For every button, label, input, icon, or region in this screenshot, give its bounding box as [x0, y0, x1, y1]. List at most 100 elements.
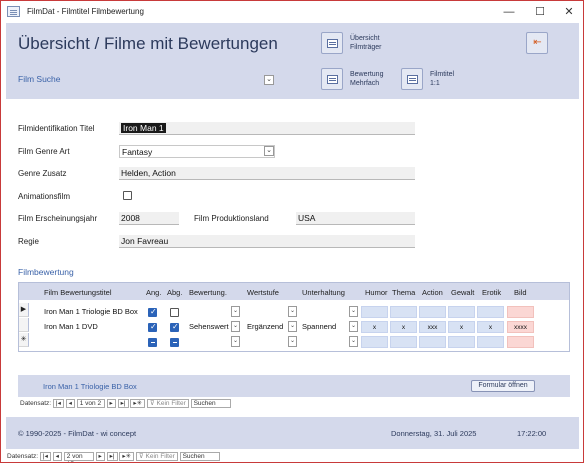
application-window: FilmDat - Filmtitel Filmbewertung — ☐ ✕ …: [0, 0, 584, 463]
regie-field[interactable]: Jon Favreau: [119, 235, 415, 248]
erotik-cell[interactable]: [477, 306, 504, 318]
bewertung-mehrfach-button[interactable]: [321, 68, 343, 90]
humor-cell[interactable]: [361, 336, 388, 348]
main-nav-label: Datensatz:: [7, 453, 39, 460]
col-header-ang[interactable]: Ang.: [146, 288, 161, 297]
gewalt-cell[interactable]: [448, 336, 475, 348]
row-selector-current[interactable]: ▶: [19, 303, 29, 317]
window-title: FilmDat - Filmtitel Filmbewertung: [27, 7, 144, 16]
col-header-erotik[interactable]: Erotik: [482, 288, 501, 297]
wertstufe-dropdown-arrow[interactable]: ⌄: [288, 306, 297, 317]
bewertung-dropdown-arrow[interactable]: ⌄: [231, 336, 240, 347]
film-id-field[interactable]: Iron Man 1: [119, 122, 415, 135]
humor-cell[interactable]: [361, 306, 388, 318]
formular-oeffnen-button[interactable]: Formular öffnen: [471, 380, 535, 392]
thema-cell[interactable]: [390, 306, 417, 318]
col-header-wertstufe[interactable]: Wertstufe: [247, 288, 279, 297]
col-header-bewertung[interactable]: Bewertung.: [189, 288, 227, 297]
wertstufe-dropdown-arrow[interactable]: ⌄: [288, 336, 297, 347]
animationsfilm-checkbox[interactable]: [123, 191, 132, 200]
col-header-titel[interactable]: Film Bewertungstitel: [44, 288, 112, 297]
table-row-unterhaltung[interactable]: Spannend: [302, 322, 336, 331]
table-row-titel[interactable]: Iron Man 1 DVD: [44, 322, 98, 331]
thema-cell[interactable]: x: [390, 321, 417, 333]
col-header-abg[interactable]: Abg.: [167, 288, 182, 297]
list-icon: [407, 75, 418, 84]
thema-cell[interactable]: [390, 336, 417, 348]
close-button[interactable]: ✕: [557, 4, 581, 20]
next-record-button[interactable]: ▸: [95, 452, 105, 461]
col-header-gewalt[interactable]: Gewalt: [451, 288, 474, 297]
current-time: 17:22:00: [517, 429, 547, 438]
bild-cell[interactable]: xxxx: [507, 321, 534, 333]
bild-cell[interactable]: [507, 336, 534, 348]
minimize-button[interactable]: —: [497, 4, 521, 20]
uebersicht-filmtraeger-button[interactable]: [321, 32, 343, 54]
table-row-bewertung[interactable]: Sehenswert: [189, 322, 229, 331]
col-header-bild[interactable]: Bild: [514, 288, 527, 297]
bewertung-dropdown-arrow[interactable]: ⌄: [231, 306, 240, 317]
unterhaltung-dropdown-arrow[interactable]: ⌄: [349, 306, 358, 317]
action-cell[interactable]: xxx: [419, 321, 446, 333]
uebersicht-label-line1: Übersicht: [350, 35, 380, 42]
abg-checkbox-new[interactable]: [170, 338, 179, 347]
produktionsland-field[interactable]: USA: [296, 212, 415, 225]
erotik-cell[interactable]: [477, 336, 504, 348]
unterhaltung-dropdown-arrow[interactable]: ⌄: [349, 321, 358, 332]
erotik-cell[interactable]: x: [477, 321, 504, 333]
ang-checkbox[interactable]: [148, 307, 157, 317]
first-record-button[interactable]: |◂: [52, 399, 64, 408]
filmtitel-1zu1-button[interactable]: [401, 68, 423, 90]
last-record-button[interactable]: ▸|: [106, 452, 118, 461]
subform-search-input[interactable]: Suchen: [190, 399, 231, 408]
main-search-input[interactable]: Suchen: [179, 452, 220, 461]
genre-value: Fantasy: [122, 147, 153, 157]
row-selector[interactable]: [19, 318, 29, 332]
last-record-button[interactable]: ▸|: [117, 399, 129, 408]
humor-cell[interactable]: x: [361, 321, 388, 333]
maximize-button[interactable]: ☐: [528, 4, 552, 20]
action-cell[interactable]: [419, 306, 446, 318]
exit-door-icon: ⇤: [533, 37, 542, 48]
bild-cell[interactable]: [507, 306, 534, 318]
table-row-titel[interactable]: Iron Man 1 Triologie BD Box: [44, 307, 138, 316]
prev-record-button[interactable]: ◂: [52, 452, 62, 461]
erscheinungsjahr-field[interactable]: 2008: [119, 212, 179, 225]
film-search-dropdown[interactable]: ⌄: [264, 75, 274, 85]
unterhaltung-dropdown-arrow[interactable]: ⌄: [349, 336, 358, 347]
new-record-button[interactable]: ▸✳: [130, 399, 146, 408]
gewalt-cell[interactable]: x: [448, 321, 475, 333]
table-row-wertstufe[interactable]: Ergänzend: [247, 322, 283, 331]
filter-toggle[interactable]: ⊽ Kein Filter: [146, 399, 189, 408]
filmtitel-label-line1: Filmtitel: [430, 71, 455, 78]
gewalt-cell[interactable]: [448, 306, 475, 318]
next-record-button[interactable]: ▸: [106, 399, 116, 408]
col-header-action[interactable]: Action: [422, 288, 443, 297]
filmtitel-1zu1-label: Filmtitel 1:1: [430, 70, 454, 88]
col-header-humor[interactable]: Humor: [365, 288, 388, 297]
filter-label: Kein Filter: [156, 400, 186, 407]
uebersicht-filmtraeger-label: Übersicht Filmträger: [350, 34, 382, 52]
genre-combobox[interactable]: Fantasy: [119, 145, 275, 158]
col-header-thema[interactable]: Thema: [392, 288, 415, 297]
row-selector-new[interactable]: ✳: [19, 333, 29, 347]
genre-zusatz-field[interactable]: Helden, Action: [119, 167, 415, 180]
prev-record-button[interactable]: ◂: [65, 399, 75, 408]
bewertung-dropdown-arrow[interactable]: ⌄: [231, 321, 240, 332]
wertstufe-dropdown-arrow[interactable]: ⌄: [288, 321, 297, 332]
ang-checkbox-new[interactable]: [148, 338, 157, 347]
subform-record-navigator: Datensatz: |◂ ◂ 1 von 2 ▸ ▸| ▸✳ ⊽ Kein F…: [20, 399, 231, 409]
main-record-navigator: Datensatz: |◂ ◂ 2 von 15 ▸ ▸| ▸✳ ⊽ Kein …: [7, 452, 220, 462]
main-record-position[interactable]: 2 von 15: [63, 452, 94, 462]
exit-button[interactable]: ⇤: [526, 32, 548, 54]
abg-checkbox[interactable]: [170, 308, 179, 317]
subform-record-position[interactable]: 1 von 2: [76, 399, 105, 408]
first-record-button[interactable]: |◂: [39, 452, 51, 461]
genre-dropdown-arrow[interactable]: ⌄: [264, 146, 274, 156]
col-header-unterhaltung[interactable]: Unterhaltung: [302, 288, 345, 297]
filter-toggle[interactable]: ⊽ Kein Filter: [135, 452, 178, 461]
action-cell[interactable]: [419, 336, 446, 348]
new-record-button[interactable]: ▸✳: [119, 452, 135, 461]
abg-checkbox[interactable]: [170, 322, 179, 332]
ang-checkbox[interactable]: [148, 322, 157, 332]
